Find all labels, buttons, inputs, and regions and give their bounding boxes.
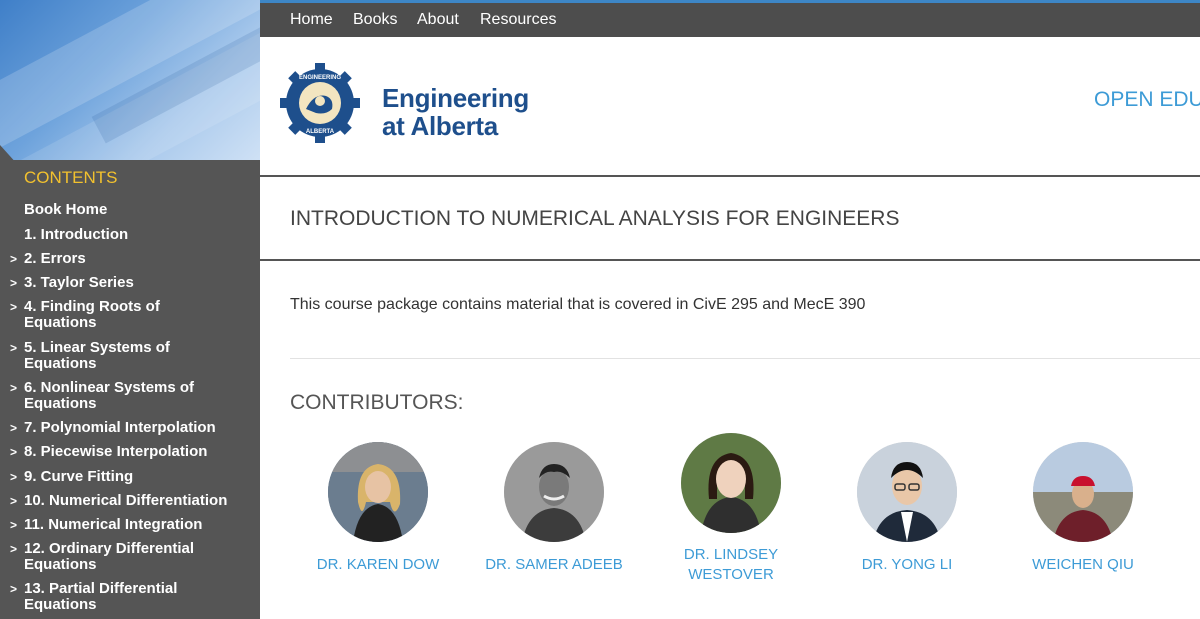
engineering-at-alberta-logo[interactable]: Engineering at Alberta [382, 84, 529, 140]
toc-item-curve-fitting[interactable]: > 9. Curve Fitting [10, 468, 250, 485]
avatar-samer-adeeb[interactable] [504, 442, 604, 542]
contributor-name-line1: DR. YONG LI [861, 556, 953, 573]
chevron-right-icon[interactable]: > [10, 299, 17, 315]
toc-item-label: Book Home [24, 201, 108, 218]
toc-item-ordinary-differential-equations[interactable]: > 12. Ordinary Differential Equations [10, 540, 214, 573]
nav-link-home[interactable]: Home [290, 11, 333, 29]
toc-item-finding-roots[interactable]: > 4. Finding Roots of Equations [10, 298, 184, 331]
toc-item-numerical-differentiation[interactable]: > 10. Numerical Differentiation [10, 492, 250, 509]
toc-item-introduction[interactable]: 1. Introduction [24, 227, 250, 243]
nav-link-books[interactable]: Books [353, 11, 397, 29]
logo-badge-bottom-text: ALBERTA [306, 129, 335, 135]
toc-item-label: 6. Nonlinear Systems of Equations [24, 379, 195, 412]
contributor-name-line1: DR. SAMER ADEEB [485, 556, 623, 573]
sidebar-banner-image [0, 0, 260, 160]
toc-item-nonlinear-systems[interactable]: > 6. Nonlinear Systems of Equations [10, 379, 214, 412]
toc-item-linear-systems[interactable]: > 5. Linear Systems of Equations [10, 339, 184, 372]
toc-item-label: 3. Taylor Series [24, 274, 134, 291]
toc-item-label: 11. Numerical Integration [24, 516, 203, 533]
toc-item-book-home[interactable]: Book Home [24, 202, 250, 218]
nav-link-about[interactable]: About [417, 11, 459, 29]
sidebar-notch [0, 145, 18, 165]
contributors-heading: CONTRIBUTORS: [290, 391, 464, 414]
contributor-name-weichen-qiu[interactable]: WEICHEN QIU [998, 555, 1168, 575]
chevron-right-icon[interactable]: > [10, 469, 17, 485]
chevron-right-icon[interactable]: > [10, 493, 17, 509]
contributor-name-line2: WESTOVER [688, 566, 774, 583]
toc-item-label: 4. Finding Roots of Equations [24, 298, 160, 331]
contributor-name-samer-adeeb[interactable]: DR. SAMER ADEEB [469, 555, 639, 575]
avatar-weichen-qiu[interactable] [1033, 442, 1133, 542]
toc-item-errors[interactable]: > 2. Errors [10, 250, 250, 267]
chevron-right-icon[interactable]: > [10, 275, 17, 291]
sidebar: CONTENTS Book Home 1. Introduction > 2. … [0, 0, 260, 619]
toc-item-label: 7. Polynomial Interpolation [24, 419, 216, 436]
divider [260, 175, 1200, 177]
contributor-name-line1: DR. KAREN DOW [316, 556, 440, 573]
divider [260, 259, 1200, 261]
contributor-name-lindsey-westover[interactable]: DR. LINDSEY WESTOVER [646, 545, 816, 585]
course-description: This course package contains material th… [290, 296, 866, 313]
contributor-name-line1: DR. LINDSEY [683, 546, 779, 563]
toc-item-numerical-integration[interactable]: > 11. Numerical Integration [10, 516, 250, 533]
avatar-karen-dow[interactable] [328, 442, 428, 542]
toc-item-piecewise-interpolation[interactable]: > 8. Piecewise Interpolation [10, 443, 250, 460]
toc-item-partial-differential-equations[interactable]: > 13. Partial Differential Equations [10, 580, 194, 613]
chevron-right-icon[interactable]: > [10, 340, 17, 356]
toc-item-label: 1. Introduction [24, 226, 129, 243]
contributor-name-yong-li[interactable]: DR. YONG LI [822, 555, 992, 575]
chevron-right-icon[interactable]: > [10, 380, 17, 396]
chevron-right-icon[interactable]: > [10, 444, 17, 460]
logo-text-line2: at Alberta [382, 111, 498, 141]
chevron-right-icon[interactable]: > [10, 541, 17, 557]
avatar-lindsey-westover[interactable] [681, 433, 781, 533]
contents-heading: CONTENTS [24, 168, 118, 187]
toc-item-label: 5. Linear Systems of Equations [24, 339, 170, 372]
chevron-right-icon[interactable]: > [10, 517, 17, 533]
toc-item-label: 10. Numerical Differentiation [24, 492, 228, 509]
toc-item-label: 8. Piecewise Interpolation [24, 443, 208, 460]
chevron-right-icon[interactable]: > [10, 581, 17, 597]
logo-text-line1: Engineering [382, 83, 529, 113]
toc-item-label: 12. Ordinary Differential Equations [24, 540, 195, 573]
nav-link-resources[interactable]: Resources [480, 11, 556, 29]
divider [290, 358, 1200, 359]
toc-item-polynomial-interpolation[interactable]: > 7. Polynomial Interpolation [10, 419, 250, 436]
contributor-name-karen-dow[interactable]: DR. KAREN DOW [293, 555, 463, 575]
engineering-gear-logo-icon[interactable]: ENGINEERING ALBERTA [280, 63, 360, 143]
toc-item-label: 9. Curve Fitting [24, 468, 134, 485]
chevron-right-icon[interactable]: > [10, 251, 17, 267]
contributor-name-line1: WEICHEN QIU [1032, 556, 1134, 573]
avatar-yong-li[interactable] [857, 442, 957, 542]
chevron-right-icon[interactable]: > [10, 420, 17, 436]
toc-item-taylor-series[interactable]: > 3. Taylor Series [10, 274, 250, 291]
page-title: INTRODUCTION TO NUMERICAL ANALYSIS FOR E… [290, 207, 900, 230]
toc-item-label: 13. Partial Differential Equations [24, 580, 178, 613]
toc-item-label: 2. Errors [24, 250, 86, 267]
logo-badge-top-text: ENGINEERING [299, 75, 341, 81]
top-navigation: Home Books About Resources [260, 3, 1200, 37]
open-education-link[interactable]: OPEN EDU [1094, 88, 1200, 112]
